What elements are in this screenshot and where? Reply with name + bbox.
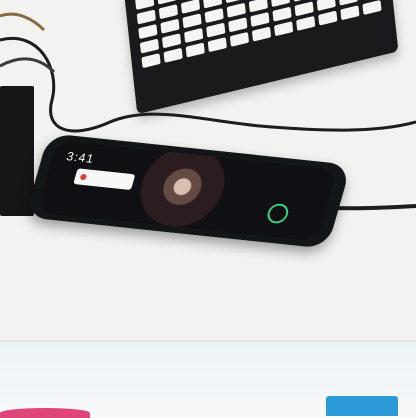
notification-card [73, 168, 135, 190]
unlock-ring-icon [265, 203, 290, 225]
lockscreen-clock: 3:41 [65, 149, 96, 166]
pink-object [0, 408, 90, 418]
notification-icon [80, 174, 88, 180]
blue-object [326, 396, 398, 416]
photo-scene: 3:41 [0, 0, 416, 416]
